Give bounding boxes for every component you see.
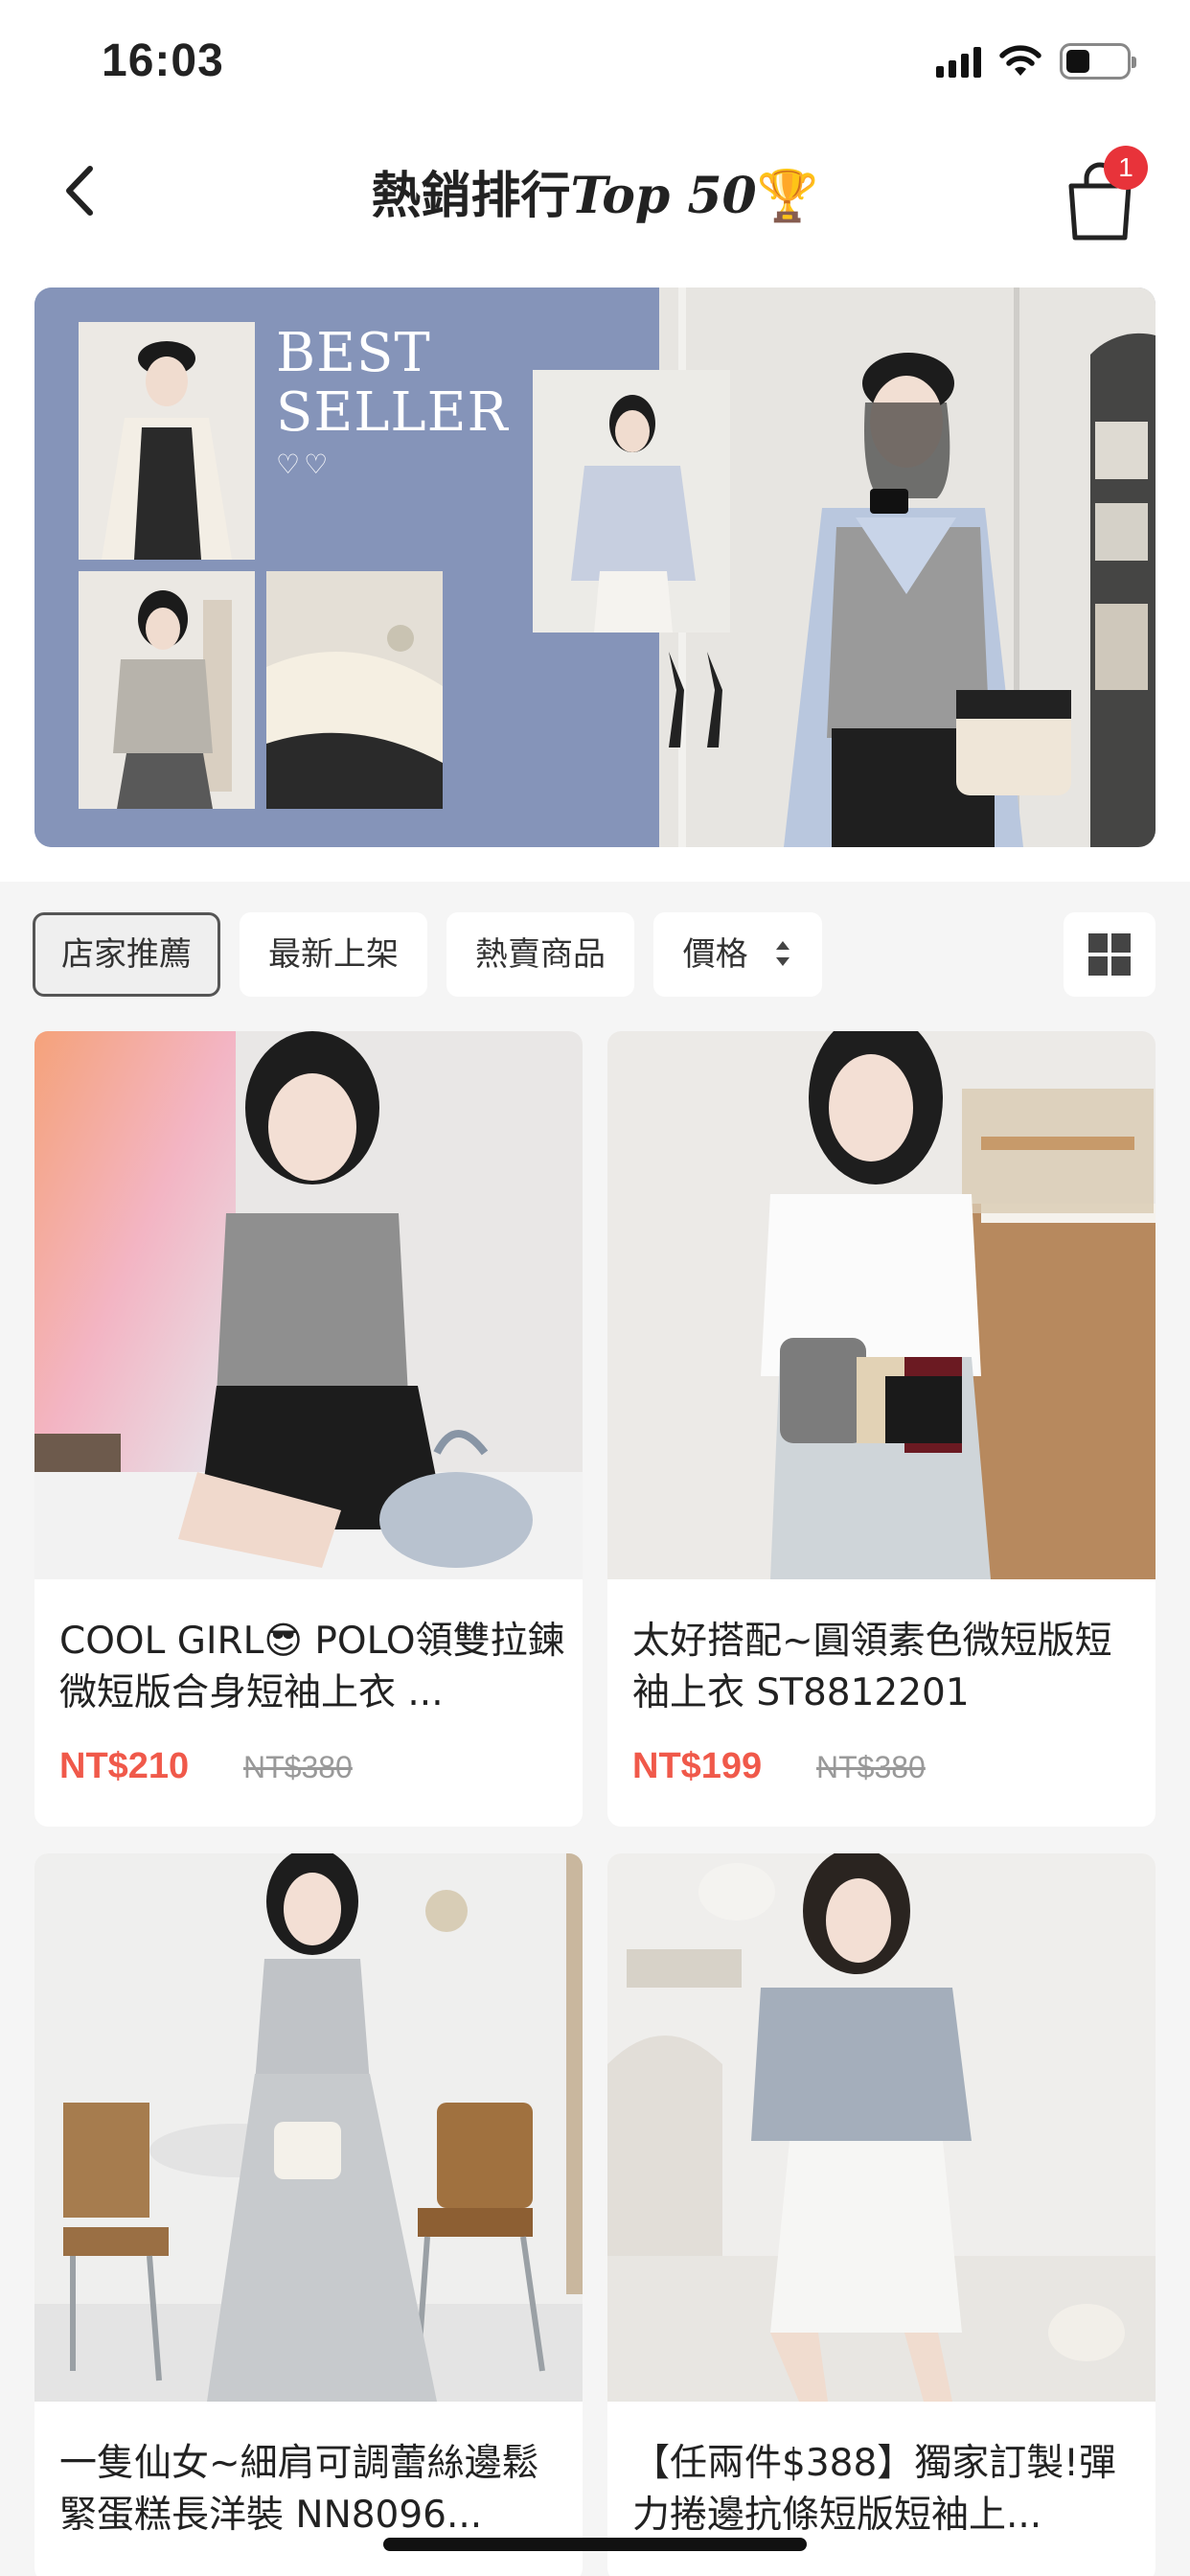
product-list-screen: 16:03 熱銷排行Top 50🏆 1 BEST SELLER ♡♡ 店家推薦 …: [0, 0, 1190, 2576]
page-title-top50: Top 50: [570, 167, 757, 225]
product-card[interactable]: 一隻仙女~細肩可調蕾絲邊鬆緊蛋糕長洋裝 NN8096...: [34, 1853, 583, 2576]
cart-badge: 1: [1104, 146, 1148, 190]
filter-chip-price[interactable]: 價格: [653, 912, 822, 997]
filter-chip-label: 價格: [682, 935, 748, 974]
grid-view-toggle[interactable]: [1064, 912, 1156, 997]
product-price: NT$199: [632, 1746, 763, 1786]
banner-photo-2: [79, 571, 255, 809]
filter-chip-label: 最新上架: [268, 935, 399, 974]
trophy-icon: 🏆: [756, 167, 819, 225]
banner-photo-1: [79, 322, 255, 560]
cart-button[interactable]: 1: [1060, 146, 1148, 241]
filter-chip-recommended[interactable]: 店家推薦: [33, 912, 220, 997]
product-price: NT$210: [59, 1746, 190, 1786]
page-title-text: 熱銷排行: [371, 167, 571, 225]
home-indicator[interactable]: [383, 2538, 807, 2551]
cellular-signal-icon: [936, 45, 981, 78]
product-card[interactable]: 太好搭配~圓領素色微短版短袖上衣 ST8812201 NT$199 NT$380: [607, 1031, 1156, 1827]
nav-header: 熱銷排行Top 50🏆 1: [0, 125, 1190, 259]
banner-photo-4: [533, 370, 730, 632]
product-name: 一隻仙女~細肩可調蕾絲邊鬆緊蛋糕長洋裝 NN8096...: [59, 2442, 539, 2537]
banner-photo-right: [659, 288, 1156, 847]
product-name: 【任兩件$388】獨家訂製!彈力捲邊抗條短版短袖上...: [632, 2442, 1116, 2537]
product-name: 太好搭配~圓領素色微短版短袖上衣 ST8812201: [632, 1620, 1112, 1714]
product-original-price: NT$380: [816, 1750, 926, 1784]
banner-hearts: ♡♡: [276, 448, 332, 480]
product-card[interactable]: 【任兩件$388】獨家訂製!彈力捲邊抗條短版短袖上...: [607, 1853, 1156, 2576]
banner-title: BEST SELLER: [276, 324, 509, 443]
sort-arrows-icon: [776, 940, 790, 966]
product-image: [607, 1031, 1156, 1579]
model-photo-image: [659, 288, 1156, 847]
wifi-icon: [999, 45, 1041, 76]
status-icons: [936, 42, 1136, 80]
banner-title-line2: SELLER: [276, 381, 509, 444]
product-name: COOL GIRL😎 POLO領雙拉鍊微短版合身短袖上衣 ...: [59, 1620, 565, 1714]
promo-banner[interactable]: BEST SELLER ♡♡: [34, 288, 1156, 847]
banner-title-line1: BEST: [276, 322, 431, 384]
filter-chip-label: 店家推薦: [61, 935, 192, 974]
product-card[interactable]: COOL GIRL😎 POLO領雙拉鍊微短版合身短袖上衣 ... NT$210 …: [34, 1031, 583, 1827]
status-bar: 16:03: [0, 0, 1190, 125]
filter-chip-bestselling[interactable]: 熱賣商品: [446, 912, 634, 997]
grid-view-icon: [1088, 933, 1131, 976]
filter-chip-newest[interactable]: 最新上架: [240, 912, 427, 997]
product-original-price: NT$380: [243, 1750, 353, 1784]
banner-photo-3: [266, 571, 443, 809]
product-section: 店家推薦 最新上架 熱賣商品 價格 COOL GIRL😎 POLO領雙拉鍊微短版…: [0, 882, 1190, 2576]
product-image: [607, 1853, 1156, 2402]
product-image: [34, 1853, 583, 2402]
product-image: [34, 1031, 583, 1579]
page-title: 熱銷排行Top 50🏆: [0, 155, 1190, 227]
filter-chip-label: 熱賣商品: [475, 935, 606, 974]
battery-icon: [1060, 43, 1136, 80]
status-time: 16:03: [102, 35, 224, 86]
